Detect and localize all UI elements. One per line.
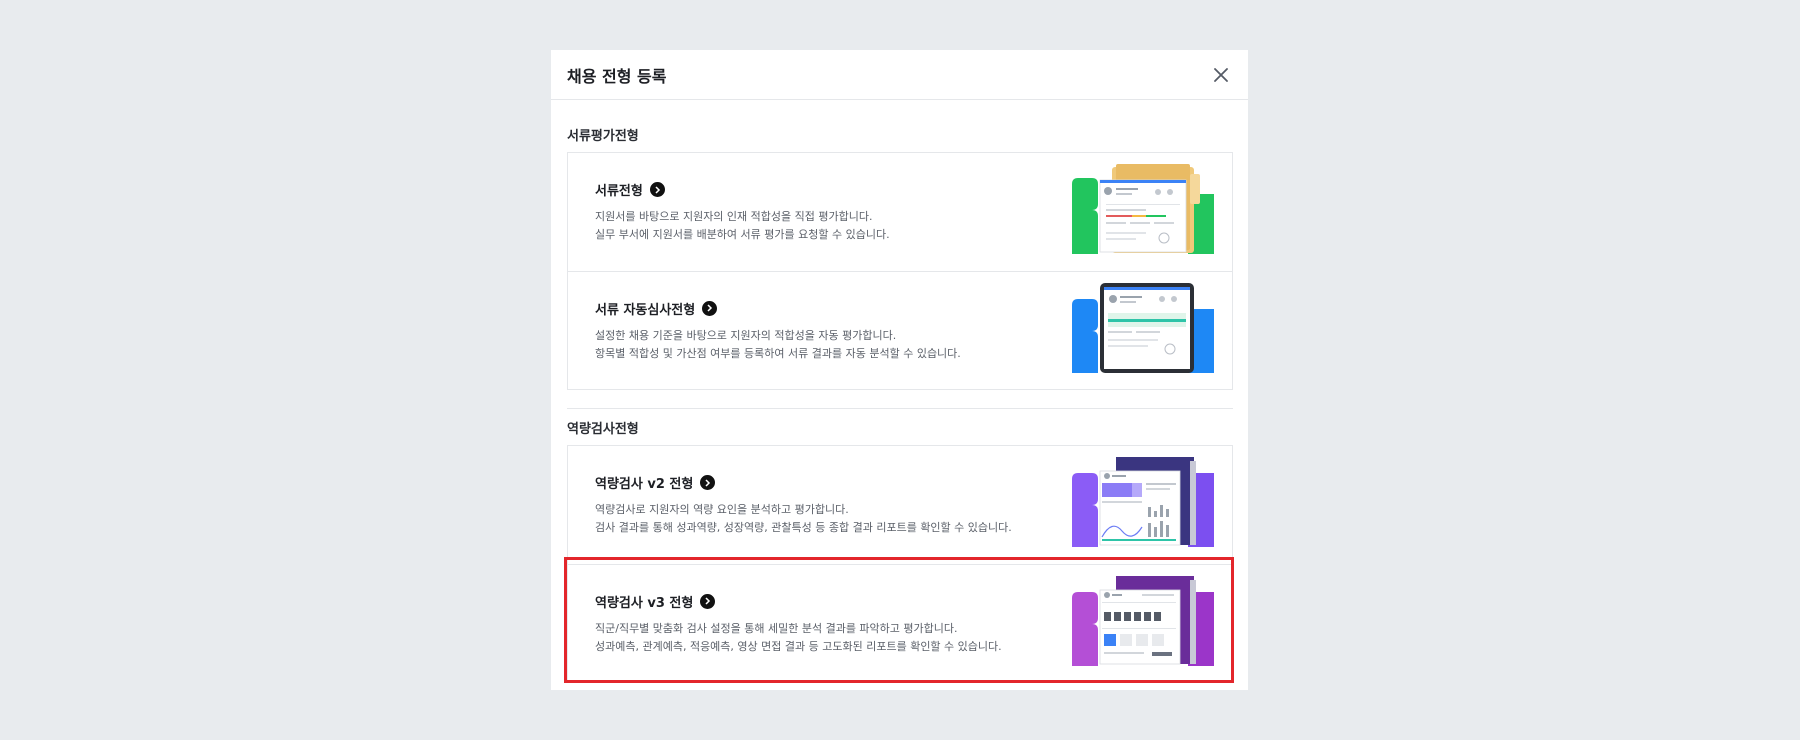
card-competency-v2[interactable]: 역량검사 v2 전형 역량검사로 지원자의 역량 요인을 분석하고 평가합니다.… xyxy=(568,446,1232,564)
card-desc-line2: 실무 부서에 지원서를 배분하여 서류 평가를 요청할 수 있습니다. xyxy=(595,228,890,241)
close-button[interactable] xyxy=(1210,64,1232,86)
card-desc-line1: 설정한 채용 기준을 바탕으로 지원자의 적합성을 자동 평가합니다. xyxy=(595,328,897,342)
chevron-right-icon xyxy=(700,475,716,490)
card-document-screening[interactable]: 서류전형 지원서를 바탕으로 지원자의 인재 적합성을 직접 평가합니다. 실무… xyxy=(568,153,1232,271)
card-competency-v3[interactable]: 역량검사 v3 전형 직군/직무별 맞춤화 검사 설정을 통해 세밀한 분석 결… xyxy=(568,564,1232,682)
card-group-competency: 역량검사 v2 전형 역량검사로 지원자의 역량 요인을 분석하고 평가합니다.… xyxy=(567,445,1233,683)
card-title: 역량검사 v2 전형 xyxy=(595,477,694,492)
card-title: 서류전형 xyxy=(595,184,643,199)
card-desc-line2: 성과예측, 관계예측, 적응예측, 영상 면접 결과 등 고도화된 리포트를 확… xyxy=(595,639,1002,653)
chevron-right-icon xyxy=(702,300,718,316)
card-desc-line2: 항목별 적합성 및 가산점 여부를 등록하여 서류 결과를 자동 분석할 수 있… xyxy=(595,346,961,360)
card-auto-document-screening[interactable]: 서류 자동심사전형 설정한 채용 기준을 바탕으로 지원자의 적합성을 자동 평… xyxy=(568,271,1232,389)
competency-v2-illustration xyxy=(1072,457,1214,547)
close-icon xyxy=(1214,67,1228,82)
section-title-competency: 역량검사전형 xyxy=(567,422,639,437)
modal-header: 채용 전형 등록 xyxy=(551,50,1248,100)
card-title: 역량검사 v3 전형 xyxy=(595,595,694,611)
chevron-right-icon xyxy=(649,182,665,197)
section-title-document: 서류평가전형 xyxy=(567,129,639,144)
chevron-right-icon xyxy=(700,593,716,609)
card-title: 서류 자동심사전형 xyxy=(595,302,696,318)
recruit-stage-modal: 채용 전형 등록 서류평가전형 서류전형 지원서를 바탕으로 지원자의 인재 적… xyxy=(551,50,1248,690)
modal-title: 채용 전형 등록 xyxy=(567,66,667,86)
card-desc-line1: 역량검사로 지원자의 역량 요인을 분석하고 평가합니다. xyxy=(595,503,849,516)
card-desc-line1: 지원서를 바탕으로 지원자의 인재 적합성을 직접 평가합니다. xyxy=(595,210,873,223)
document-folder-illustration xyxy=(1072,164,1214,254)
card-group-document: 서류전형 지원서를 바탕으로 지원자의 인재 적합성을 직접 평가합니다. 실무… xyxy=(567,152,1233,390)
card-desc-line2: 검사 결과를 통해 성과역량, 성장역량, 관찰특성 등 종합 결과 리포트를 … xyxy=(595,521,1012,534)
competency-v3-illustration xyxy=(1072,576,1214,666)
tablet-illustration xyxy=(1072,283,1214,373)
card-desc-line1: 직군/직무별 맞춤화 검사 설정을 통해 세밀한 분석 결과를 파악하고 평가합… xyxy=(595,621,958,635)
